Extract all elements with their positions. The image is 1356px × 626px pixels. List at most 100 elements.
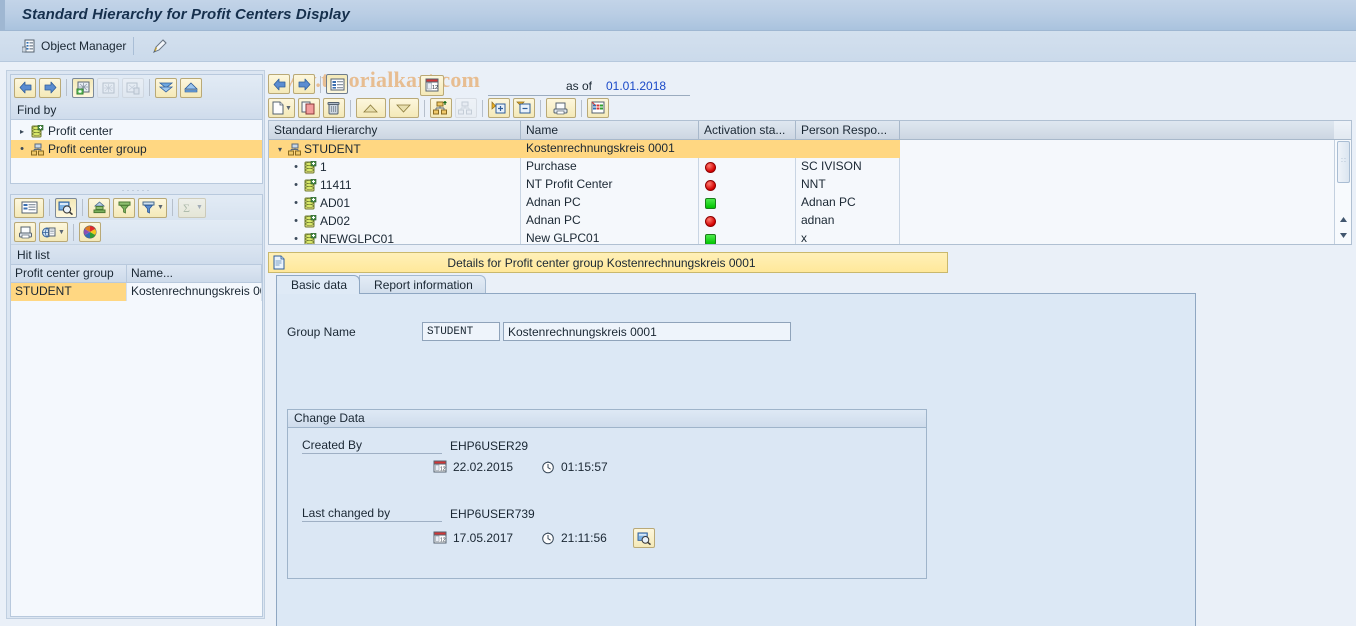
move-down-icon xyxy=(396,104,412,113)
back-button[interactable] xyxy=(14,77,36,98)
as-of-date-field[interactable]: 01.01.2018 xyxy=(606,79,666,93)
object-manager-icon xyxy=(21,39,36,53)
print-page-icon xyxy=(553,102,568,114)
group-name-key-field[interactable]: STUDENT xyxy=(422,322,500,341)
expander-open-icon[interactable]: ▾ xyxy=(275,145,285,154)
find-button[interactable] xyxy=(55,197,77,218)
hit-list-row[interactable]: STUDENT Kostenrechnungskreis 00 xyxy=(11,283,262,301)
tree-cell-name: Purchase xyxy=(521,158,699,176)
scroll-down-button[interactable] xyxy=(1336,228,1351,243)
find-by-item-profit-center[interactable]: ▸ Profit center xyxy=(11,122,262,140)
total-button[interactable]: Σ ▼ xyxy=(177,197,206,218)
graphic-button[interactable] xyxy=(78,222,101,242)
forward-arrow-icon xyxy=(44,81,56,94)
lower-level-button[interactable] xyxy=(454,98,477,118)
expander-icon[interactable]: ▸ xyxy=(17,127,27,136)
display-detail-button[interactable] xyxy=(326,74,348,94)
toolbar-separator xyxy=(149,79,150,96)
profit-center-icon xyxy=(304,160,317,174)
table-row[interactable]: • 11411 NT Profit Center NNT xyxy=(269,176,1351,194)
object-manager-panel: Find by ▸ Profit center • Profit center … xyxy=(6,70,265,619)
worklist-button[interactable] xyxy=(97,77,119,98)
tree-cell-filler xyxy=(900,230,1351,244)
calendar-key-date-button[interactable]: 12 xyxy=(420,75,444,96)
dropdown-caret-icon[interactable]: ▼ xyxy=(157,204,164,211)
scroll-down-icon xyxy=(1340,233,1347,238)
expand-up-button[interactable] xyxy=(180,77,202,98)
collapse-node-button[interactable] xyxy=(512,98,535,118)
export-button[interactable]: ▼ xyxy=(39,222,68,242)
object-manager-button[interactable]: Object Manager xyxy=(18,35,130,57)
delete-worklist-icon xyxy=(126,82,139,94)
tree-table-vertical-scrollbar[interactable]: :: xyxy=(1334,140,1351,244)
display-change-documents-icon xyxy=(637,531,651,545)
scroll-up-button[interactable] xyxy=(1336,212,1351,227)
expand-node-button[interactable] xyxy=(487,98,510,118)
forward-button[interactable] xyxy=(39,77,61,98)
tree-cell-hierarchy: • NEWGLPC01 xyxy=(269,230,521,244)
print-button[interactable] xyxy=(14,222,36,242)
tree-cell-filler xyxy=(900,194,1351,212)
move-up-button[interactable] xyxy=(355,98,386,118)
table-row[interactable]: • NEWGLPC01 New GLPC01 x xyxy=(269,230,1351,244)
detail-list-button[interactable] xyxy=(14,197,44,218)
delete-button[interactable] xyxy=(322,98,345,118)
column-header-filler xyxy=(900,121,1334,139)
hit-list-box: ▼ Σ ▼ ▼ Hit list Profit center group Nam… xyxy=(10,194,263,617)
main-print-button[interactable] xyxy=(545,98,576,118)
tree-cell-person-responsible: adnan xyxy=(796,212,900,230)
main-back-button[interactable] xyxy=(268,74,290,94)
table-row[interactable]: • AD01 Adnan PC Adnan PC xyxy=(269,194,1351,212)
tree-node-label: AD01 xyxy=(320,196,351,210)
status-led-red xyxy=(705,215,716,227)
table-row[interactable]: • AD02 Adnan PC adnan xyxy=(269,212,1351,230)
tree-cell-hierarchy: • 1 xyxy=(269,158,521,176)
toolbar-separator xyxy=(320,75,321,93)
advanced-filter-button[interactable]: ▼ xyxy=(138,197,167,218)
dropdown-caret-icon[interactable]: ▼ xyxy=(196,204,203,211)
table-row[interactable]: ▾ STUDENT Kostenrechnungskreis 0001 xyxy=(269,140,1351,158)
copy-button[interactable] xyxy=(297,98,320,118)
collapse-all-button[interactable] xyxy=(155,77,177,98)
panel-splitter[interactable]: ······ xyxy=(10,186,263,195)
main-forward-button[interactable] xyxy=(293,74,315,94)
tab-basic-data[interactable]: Basic data xyxy=(276,275,361,294)
table-row[interactable]: • 1 Purchase SC IVISON xyxy=(269,158,1351,176)
tree-cell-hierarchy: • AD01 xyxy=(269,194,521,212)
scrollbar-thumb[interactable]: :: xyxy=(1337,141,1350,183)
create-button[interactable]: ▼ xyxy=(268,98,295,118)
column-header-person-responsible[interactable]: Person Respo... xyxy=(796,121,900,139)
expand-up-icon xyxy=(184,82,198,93)
find-by-box: Find by ▸ Profit center • Profit center … xyxy=(10,74,263,184)
created-by-row: Created By EHP6USER29 xyxy=(302,438,528,454)
change-data-header: Change Data xyxy=(288,410,926,428)
dropdown-caret-icon[interactable]: ▼ xyxy=(58,229,65,236)
new-document-icon xyxy=(272,101,284,115)
hit-list-column-group[interactable]: Profit center group xyxy=(11,265,127,282)
group-name-text-field[interactable]: Kostenrechnungskreis 0001 xyxy=(503,322,791,341)
sap-window: Standard Hierarchy for Profit Centers Di… xyxy=(0,0,1356,626)
dropdown-caret-icon[interactable]: ▼ xyxy=(285,105,292,112)
higher-level-button[interactable] xyxy=(429,98,452,118)
tree-cell-person-responsible: NNT xyxy=(796,176,900,194)
clock-icon xyxy=(541,460,555,474)
hit-list-column-name[interactable]: Name... xyxy=(127,265,262,282)
create-worklist-button[interactable] xyxy=(72,77,94,98)
sort-ascending-button[interactable] xyxy=(88,197,110,218)
move-down-button[interactable] xyxy=(388,98,419,118)
display-change-documents-button[interactable] xyxy=(633,528,655,548)
find-by-item-label: Profit center group xyxy=(48,142,147,156)
find-by-item-profit-center-group[interactable]: • Profit center group xyxy=(11,140,262,158)
column-header-name[interactable]: Name xyxy=(521,121,699,139)
export-icon xyxy=(42,227,56,237)
find-by-item-label: Profit center xyxy=(48,124,113,138)
pencil-edit-button[interactable] xyxy=(148,35,172,57)
filter-button[interactable] xyxy=(113,197,135,218)
tree-cell-hierarchy: • 11411 xyxy=(269,176,521,194)
delete-worklist-button[interactable] xyxy=(122,77,144,98)
column-header-activation-status[interactable]: Activation sta... xyxy=(699,121,796,139)
spreadsheet-button[interactable] xyxy=(586,98,609,118)
tab-report-information[interactable]: Report information xyxy=(359,275,486,294)
column-header-standard-hierarchy[interactable]: Standard Hierarchy xyxy=(269,121,521,139)
bullet-icon: • xyxy=(20,143,24,155)
